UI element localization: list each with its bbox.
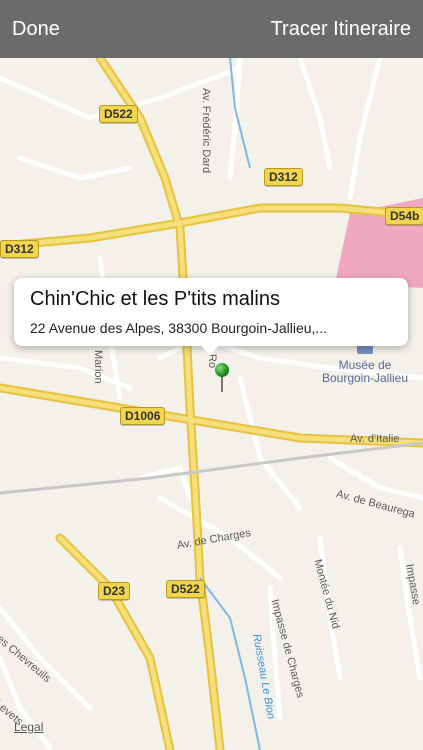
location-callout[interactable]: Chin'Chic et les P'tits malins 22 Avenue… bbox=[14, 278, 408, 346]
road-label-d54b: D54b bbox=[385, 207, 423, 225]
legal-link[interactable]: Legal bbox=[14, 720, 43, 734]
road-label-d23: D23 bbox=[98, 582, 131, 600]
road-label-d1006: D1006 bbox=[120, 407, 166, 425]
museum-label-line2: Bourgoin-Jallieu bbox=[321, 371, 409, 385]
callout-pointer bbox=[200, 344, 220, 356]
road-label-d312-east: D312 bbox=[264, 168, 303, 186]
callout-address: 22 Avenue des Alpes, 38300 Bourgoin-Jall… bbox=[30, 320, 328, 336]
road-label-d522-south: D522 bbox=[166, 580, 205, 598]
museum-poi[interactable]: Musée de Bourgoin-Jallieu bbox=[300, 341, 423, 385]
navigation-bar: Done Tracer Itineraire bbox=[0, 0, 423, 58]
street-av-italie: Av. d'Italie bbox=[350, 433, 400, 445]
road-label-d522-north: D522 bbox=[99, 105, 138, 123]
street-marion: Marion bbox=[92, 350, 104, 384]
done-button[interactable]: Done bbox=[12, 18, 60, 41]
location-pin-icon[interactable] bbox=[215, 363, 229, 377]
map-view[interactable]: D522 D312 D54b D312 D1006 D23 D522 Av. F… bbox=[0, 58, 423, 750]
road-label-d312-west: D312 bbox=[0, 240, 39, 258]
street-frederic-dard: Av. Frédéric Dard bbox=[200, 88, 212, 174]
callout-title: Chin'Chic et les P'tits malins bbox=[30, 288, 280, 310]
route-button[interactable]: Tracer Itineraire bbox=[271, 18, 411, 41]
